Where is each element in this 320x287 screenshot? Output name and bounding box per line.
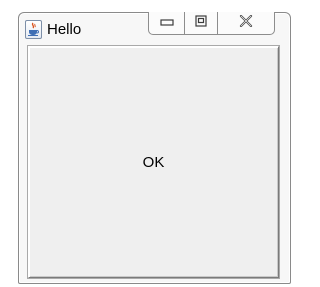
app-window: Hello OK bbox=[18, 12, 291, 284]
caption-buttons bbox=[148, 12, 275, 35]
close-button[interactable] bbox=[218, 12, 274, 34]
ok-button[interactable]: OK bbox=[28, 46, 279, 278]
maximize-button[interactable] bbox=[185, 12, 218, 34]
ok-button-label: OK bbox=[142, 153, 165, 171]
minimize-button[interactable] bbox=[149, 12, 185, 34]
window-title: Hello bbox=[47, 21, 82, 38]
content-pane: OK bbox=[27, 45, 280, 279]
maximize-icon bbox=[195, 14, 207, 32]
close-icon bbox=[239, 14, 253, 32]
java-coffee-cup-icon[interactable] bbox=[25, 20, 42, 39]
title-bar[interactable]: Hello bbox=[19, 12, 290, 45]
minimize-icon bbox=[159, 14, 174, 32]
